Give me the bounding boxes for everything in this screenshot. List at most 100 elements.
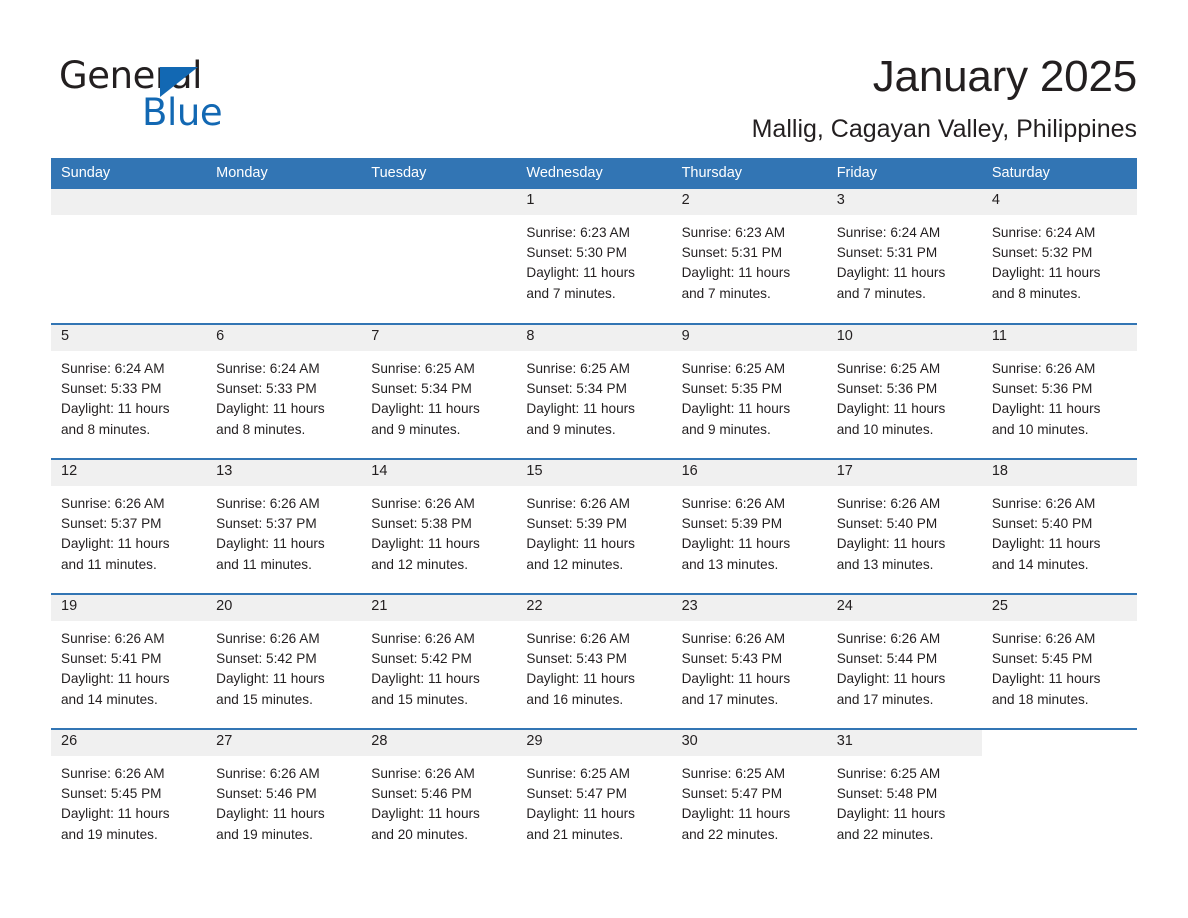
weekday-header-tuesday: Tuesday: [361, 158, 517, 189]
calendar-day-cell-empty: [981, 728, 1137, 865]
daylight-duration-line1: Daylight: 11 hours: [526, 671, 635, 687]
day-details: Sunrise: 6:24 AM Sunset: 5:32 PM Daylight:…: [982, 215, 1137, 304]
day-details: Sunrise: 6:26 AM Sunset: 5:42 PM Daylight:…: [361, 621, 516, 710]
calendar-day-cell[interactable]: 12 Sunrise: 6:26 AM Sunset: 5:37 PM Dayligh…: [51, 458, 207, 594]
daylight-duration-line2: and 8 minutes.: [216, 421, 306, 437]
weekday-header-row: Sunday Monday Tuesday Wednesday Thursday…: [51, 158, 1137, 189]
daylight-duration-line2: and 13 minutes.: [836, 556, 934, 572]
day-number: [982, 730, 1137, 756]
calendar-day-cell[interactable]: 18 Sunrise: 6:26 AM Sunset: 5:40 PM Dayligh…: [981, 458, 1137, 594]
calendar-day-cell[interactable]: 22 Sunrise: 6:26 AM Sunset: 5:43 PM Dayligh…: [516, 593, 672, 729]
calendar-day-cell[interactable]: 23 Sunrise: 6:26 AM Sunset: 5:43 PM Dayligh…: [671, 593, 827, 729]
weekday-header-friday: Friday: [826, 158, 982, 189]
daylight-duration-line2: and 19 minutes.: [61, 826, 158, 842]
calendar-day-cell[interactable]: 11 Sunrise: 6:26 AM Sunset: 5:36 PM Dayligh…: [981, 323, 1137, 459]
daylight-duration-line2: and 16 minutes.: [526, 691, 624, 707]
sunset-time: Sunset: 5:45 PM: [991, 651, 1093, 667]
sunrise-time: Sunrise: 6:26 AM: [836, 631, 941, 646]
sunset-time: Sunset: 5:48 PM: [836, 786, 938, 802]
calendar-day-cell[interactable]: 26 Sunrise: 6:26 AM Sunset: 5:45 PM Dayligh…: [51, 728, 207, 865]
calendar-day-cell[interactable]: 8 Sunrise: 6:25 AM Sunset: 5:34 PM Daylight…: [516, 323, 672, 459]
day-number: 21: [361, 595, 517, 621]
daylight-duration-line1: Daylight: 11 hours: [991, 401, 1101, 417]
sunset-time: Sunset: 5:44 PM: [836, 651, 938, 667]
sunrise-time: Sunrise: 6:26 AM: [526, 496, 630, 511]
sunrise-sunset-calendar: Sunday Monday Tuesday Wednesday Thursday…: [51, 158, 1137, 865]
day-details: Sunrise: 6:25 AM Sunset: 5:47 PM Daylight:…: [672, 756, 827, 845]
calendar-day-cell[interactable]: 6 Sunrise: 6:24 AM Sunset: 5:33 PM Daylight…: [206, 323, 362, 459]
day-number: 24: [826, 595, 982, 621]
sunrise-time: Sunrise: 6:26 AM: [991, 631, 1096, 646]
day-details: Sunrise: 6:23 AM Sunset: 5:30 PM Daylight:…: [516, 215, 671, 304]
calendar-day-cell[interactable]: 4 Sunrise: 6:24 AM Sunset: 5:32 PM Daylight…: [981, 189, 1137, 324]
calendar-day-cell[interactable]: 13 Sunrise: 6:26 AM Sunset: 5:37 PM Dayligh…: [206, 458, 362, 594]
daylight-duration-line2: and 9 minutes.: [681, 421, 771, 437]
calendar-day-cell[interactable]: 16 Sunrise: 6:26 AM Sunset: 5:39 PM Dayligh…: [671, 458, 827, 594]
sunrise-time: Sunrise: 6:23 AM: [681, 225, 786, 240]
day-number: 9: [671, 325, 827, 351]
day-details: Sunrise: 6:26 AM Sunset: 5:43 PM Daylight:…: [516, 621, 671, 710]
day-details: Sunrise: 6:25 AM Sunset: 5:35 PM Daylight:…: [672, 351, 827, 440]
daylight-duration-line1: Daylight: 11 hours: [681, 806, 791, 822]
sunrise-time: Sunrise: 6:26 AM: [991, 361, 1096, 376]
daylight-duration-line1: Daylight: 11 hours: [371, 401, 480, 417]
sunset-time: Sunset: 5:36 PM: [836, 381, 938, 397]
calendar-day-cell[interactable]: 28 Sunrise: 6:26 AM Sunset: 5:46 PM Dayligh…: [361, 728, 517, 865]
day-number: 26: [51, 730, 207, 756]
calendar-day-cell[interactable]: 24 Sunrise: 6:26 AM Sunset: 5:44 PM Dayligh…: [826, 593, 982, 729]
daylight-duration-line1: Daylight: 11 hours: [216, 536, 325, 552]
page-header: General Blue January 2025 Mallig, Cagaya…: [51, 36, 1137, 146]
daylight-duration-line1: Daylight: 11 hours: [836, 671, 946, 687]
daylight-duration-line1: Daylight: 11 hours: [216, 401, 325, 417]
calendar-day-cell[interactable]: 10 Sunrise: 6:25 AM Sunset: 5:36 PM Dayligh…: [826, 323, 982, 459]
calendar-day-cell[interactable]: 7 Sunrise: 6:25 AM Sunset: 5:34 PM Daylight…: [361, 323, 517, 459]
general-blue-logo: General Blue: [59, 54, 319, 138]
day-number: 25: [981, 595, 1137, 621]
day-number: [51, 189, 207, 215]
calendar-day-cell[interactable]: 21 Sunrise: 6:26 AM Sunset: 5:42 PM Dayligh…: [361, 593, 517, 729]
day-details: Sunrise: 6:26 AM Sunset: 5:37 PM Daylight:…: [51, 486, 206, 575]
sunset-time: Sunset: 5:33 PM: [216, 381, 317, 397]
calendar-day-cell[interactable]: 3 Sunrise: 6:24 AM Sunset: 5:31 PM Daylight…: [826, 189, 982, 324]
calendar-day-cell[interactable]: 19 Sunrise: 6:26 AM Sunset: 5:41 PM Dayligh…: [51, 593, 207, 729]
day-number: 18: [981, 460, 1137, 486]
calendar-day-cell[interactable]: 2 Sunrise: 6:23 AM Sunset: 5:31 PM Daylight…: [671, 189, 827, 324]
day-number: 1: [516, 189, 672, 215]
calendar-day-cell[interactable]: 9 Sunrise: 6:25 AM Sunset: 5:35 PM Daylight…: [671, 323, 827, 459]
daylight-duration-line1: Daylight: 11 hours: [836, 401, 946, 417]
calendar-day-cell[interactable]: 30 Sunrise: 6:25 AM Sunset: 5:47 PM Dayligh…: [671, 728, 827, 865]
day-details: Sunrise: 6:26 AM Sunset: 5:41 PM Daylight:…: [51, 621, 206, 710]
day-number: 23: [671, 595, 827, 621]
sunrise-time: Sunrise: 6:25 AM: [836, 766, 941, 781]
calendar-day-cell[interactable]: 20 Sunrise: 6:26 AM Sunset: 5:42 PM Dayligh…: [206, 593, 362, 729]
calendar-day-cell[interactable]: 25 Sunrise: 6:26 AM Sunset: 5:45 PM Dayligh…: [981, 593, 1137, 729]
day-details: Sunrise: 6:23 AM Sunset: 5:31 PM Daylight:…: [672, 215, 827, 304]
sunrise-time: Sunrise: 6:26 AM: [526, 631, 630, 646]
day-number: 3: [826, 189, 982, 215]
calendar-day-cell[interactable]: 17 Sunrise: 6:26 AM Sunset: 5:40 PM Dayligh…: [826, 458, 982, 594]
sunset-time: Sunset: 5:37 PM: [61, 516, 162, 532]
day-number: 2: [671, 189, 827, 215]
calendar-day-cell[interactable]: 14 Sunrise: 6:26 AM Sunset: 5:38 PM Dayligh…: [361, 458, 517, 594]
page-subtitle-location: Mallig, Cagayan Valley, Philippines: [751, 115, 1137, 143]
calendar-day-cell[interactable]: 1 Sunrise: 6:23 AM Sunset: 5:30 PM Daylight…: [516, 189, 672, 324]
calendar-week-row: 12 Sunrise: 6:26 AM Sunset: 5:37 PM Dayligh…: [51, 458, 1137, 594]
daylight-duration-line1: Daylight: 11 hours: [216, 671, 325, 687]
day-number: 27: [206, 730, 362, 756]
day-number: 29: [516, 730, 672, 756]
sunset-time: Sunset: 5:34 PM: [371, 381, 472, 397]
daylight-duration-line1: Daylight: 11 hours: [371, 536, 480, 552]
calendar-day-cell[interactable]: 29 Sunrise: 6:25 AM Sunset: 5:47 PM Dayligh…: [516, 728, 672, 865]
day-details: Sunrise: 6:26 AM Sunset: 5:39 PM Daylight:…: [672, 486, 827, 575]
calendar-day-cell[interactable]: 31 Sunrise: 6:25 AM Sunset: 5:48 PM Dayligh…: [826, 728, 982, 865]
day-number: 17: [826, 460, 982, 486]
calendar-day-cell[interactable]: 15 Sunrise: 6:26 AM Sunset: 5:39 PM Dayligh…: [516, 458, 672, 594]
calendar-day-cell[interactable]: 27 Sunrise: 6:26 AM Sunset: 5:46 PM Dayligh…: [206, 728, 362, 865]
calendar-day-cell[interactable]: 5 Sunrise: 6:24 AM Sunset: 5:33 PM Daylight…: [51, 323, 207, 459]
daylight-duration-line1: Daylight: 11 hours: [526, 536, 635, 552]
day-details: Sunrise: 6:26 AM Sunset: 5:40 PM Daylight:…: [982, 486, 1137, 575]
daylight-duration-line2: and 15 minutes.: [216, 691, 313, 707]
daylight-duration-line1: Daylight: 11 hours: [61, 536, 170, 552]
sunset-time: Sunset: 5:31 PM: [836, 245, 938, 261]
day-details: Sunrise: 6:26 AM Sunset: 5:46 PM Daylight:…: [206, 756, 361, 845]
